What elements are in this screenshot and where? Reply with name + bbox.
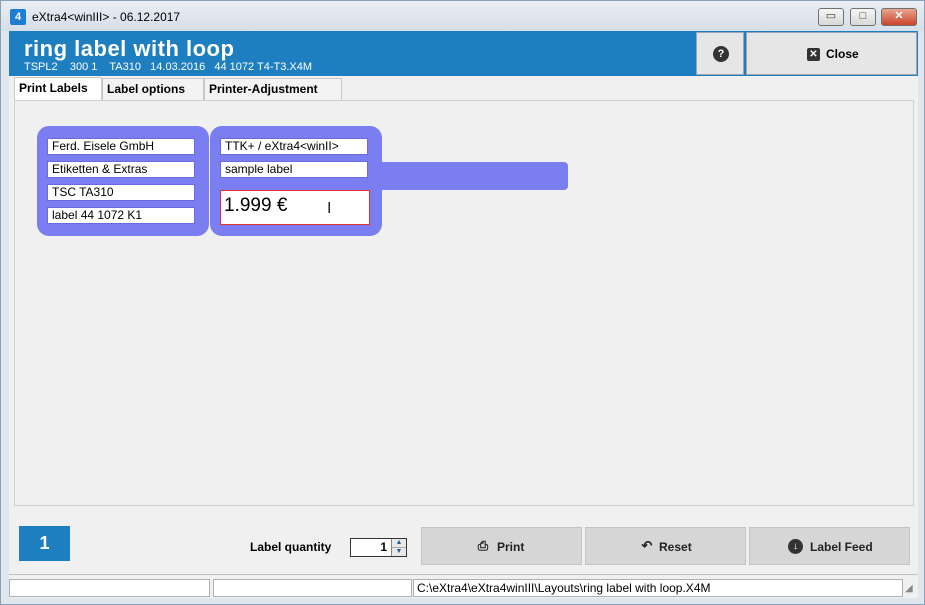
label-field-description[interactable]: sample label	[220, 161, 368, 178]
status-bar: C:\eXtra4\eXtra4winIII\Layouts\ring labe…	[9, 574, 918, 598]
tab-printer-adjustment[interactable]: Printer-Adjustment	[204, 78, 342, 100]
label-quantity-input[interactable]: 1	[351, 539, 390, 556]
client-area: ring label with loop TSPL2 300 1 TA310 1…	[9, 31, 918, 598]
label-preview-panel: Ferd. Eisele GmbH Etiketten & Extras TSC…	[14, 100, 914, 506]
page-title: ring label with loop	[24, 36, 235, 61]
status-cell-1	[9, 579, 210, 597]
layout-info: TSPL2 300 1 TA310 14.03.2016 44 1072 T4-…	[24, 61, 313, 73]
app-window: 4 eXtra4<winIII> - 06.12.2017 ▭ □ ✕ ring…	[0, 0, 925, 605]
label-field-product[interactable]: TTK+ / eXtra4<winII>	[220, 138, 368, 155]
text-cursor-icon: I	[327, 199, 332, 217]
status-cell-2	[213, 579, 412, 597]
resize-grip-icon[interactable]: ◢	[905, 583, 917, 595]
print-label: Print	[497, 540, 525, 554]
printer-icon: ⎙	[477, 538, 489, 553]
arrow-down-icon: ↓	[788, 539, 803, 554]
close-button[interactable]: ✕ Close	[746, 32, 917, 75]
label-field-company[interactable]: Ferd. Eisele GmbH	[47, 138, 195, 155]
app-logo-icon: 4	[10, 9, 26, 25]
label-quantity-stepper[interactable]: 1 ▲ ▼	[350, 538, 407, 557]
label-field-label-id[interactable]: label 44 1072 K1	[47, 207, 195, 224]
window-title: eXtra4<winIII> - 06.12.2017	[32, 10, 181, 24]
spin-up-icon[interactable]: ▲	[392, 539, 406, 547]
undo-icon: ↶	[641, 538, 653, 553]
header-bar: ring label with loop TSPL2 300 1 TA310 1…	[9, 31, 918, 76]
tab-print-labels[interactable]: Print Labels	[14, 77, 102, 100]
label-loop	[375, 162, 568, 190]
label-field-subtitle[interactable]: Etiketten & Extras	[47, 161, 195, 178]
label-field-printer[interactable]: TSC TA310	[47, 184, 195, 201]
reset-label: Reset	[659, 540, 692, 554]
label-quantity-label: Label quantity	[250, 540, 332, 554]
print-button[interactable]: ⎙ Print	[421, 527, 582, 565]
minimize-button[interactable]: ▭	[818, 8, 844, 26]
spin-down-icon[interactable]: ▼	[392, 547, 406, 555]
tab-label-options[interactable]: Label options	[102, 78, 204, 100]
title-bar[interactable]: 4 eXtra4<winIII> - 06.12.2017 ▭ □ ✕	[1, 1, 924, 31]
page-counter: 1	[19, 526, 70, 561]
quantity-spin-buttons: ▲ ▼	[391, 539, 406, 556]
status-file-path: C:\eXtra4\eXtra4winIII\Layouts\ring labe…	[413, 579, 903, 597]
label-feed-button[interactable]: ↓ Label Feed	[749, 527, 910, 565]
window-close-button[interactable]: ✕	[881, 8, 917, 26]
label-feed-label: Label Feed	[810, 540, 873, 554]
help-button[interactable]: ?	[696, 32, 744, 75]
reset-button[interactable]: ↶ Reset	[585, 527, 746, 565]
close-icon: ✕	[807, 48, 820, 61]
help-icon: ?	[713, 46, 729, 62]
maximize-button[interactable]: □	[850, 8, 876, 26]
close-label: Close	[826, 47, 859, 61]
price-field[interactable]: 1.999 €	[220, 190, 370, 225]
